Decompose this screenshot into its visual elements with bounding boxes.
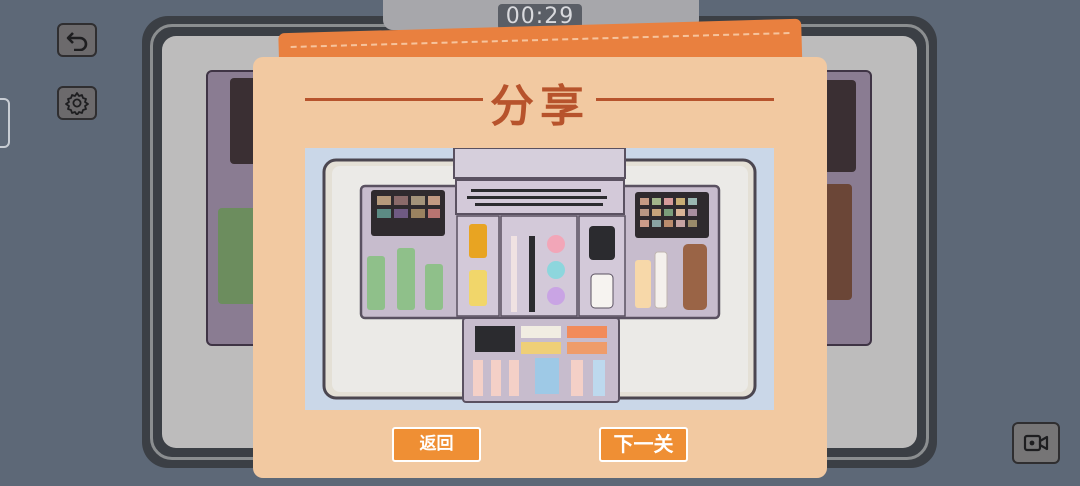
video-replay-button[interactable] (1012, 422, 1060, 464)
eyeliner (529, 236, 535, 312)
title-divider-right (596, 98, 774, 101)
brow-pencil (511, 236, 517, 312)
snapshot-illustration (322, 148, 757, 403)
share-snapshot (305, 148, 774, 410)
sponge-purple (547, 287, 565, 305)
video-camera-icon (1023, 434, 1049, 452)
perfume-white (590, 273, 614, 309)
brush-1 (471, 189, 601, 192)
bg-palette-right (822, 80, 856, 172)
sponge-pink (547, 235, 565, 253)
bg-brown-bottle (824, 184, 852, 300)
serum-bottle (683, 244, 707, 310)
mask-packet-2 (567, 326, 607, 338)
foundation-tube-3 (509, 360, 519, 396)
perfume-black (589, 226, 615, 260)
gear-icon (65, 92, 89, 115)
brush-3 (475, 203, 603, 206)
settings-button[interactable] (57, 86, 97, 120)
foundation-tube-2 (491, 360, 501, 396)
foundation-tube-1 (473, 360, 483, 396)
face-mask-flower (535, 358, 559, 394)
perfume-flower (469, 270, 487, 306)
dialog-title: 分享 (490, 81, 590, 132)
cream-tube (635, 260, 651, 308)
foundation-tube-4 (571, 360, 583, 396)
back-button[interactable]: 返回 (392, 427, 481, 462)
side-drawer-handle[interactable] (0, 98, 10, 148)
mask-packet-4 (567, 342, 607, 354)
toner-bottle (593, 360, 605, 396)
aloe-bottle-2 (397, 248, 415, 310)
title-divider-left (305, 98, 483, 101)
lip-palette (475, 326, 515, 352)
mask-packet-1 (521, 326, 561, 338)
next-level-button[interactable]: 下一关 (599, 427, 688, 462)
lotion-bottle (654, 251, 668, 309)
undo-arrow-icon (66, 32, 88, 51)
mask-packet-3 (521, 342, 561, 354)
brush-2 (467, 196, 607, 199)
aloe-bottle-1 (367, 256, 385, 310)
case-lid (453, 148, 626, 179)
sponge-blue (547, 261, 565, 279)
aloe-bottle-3 (425, 264, 443, 310)
undo-button[interactable] (57, 23, 97, 57)
perfume-orange (469, 224, 487, 258)
